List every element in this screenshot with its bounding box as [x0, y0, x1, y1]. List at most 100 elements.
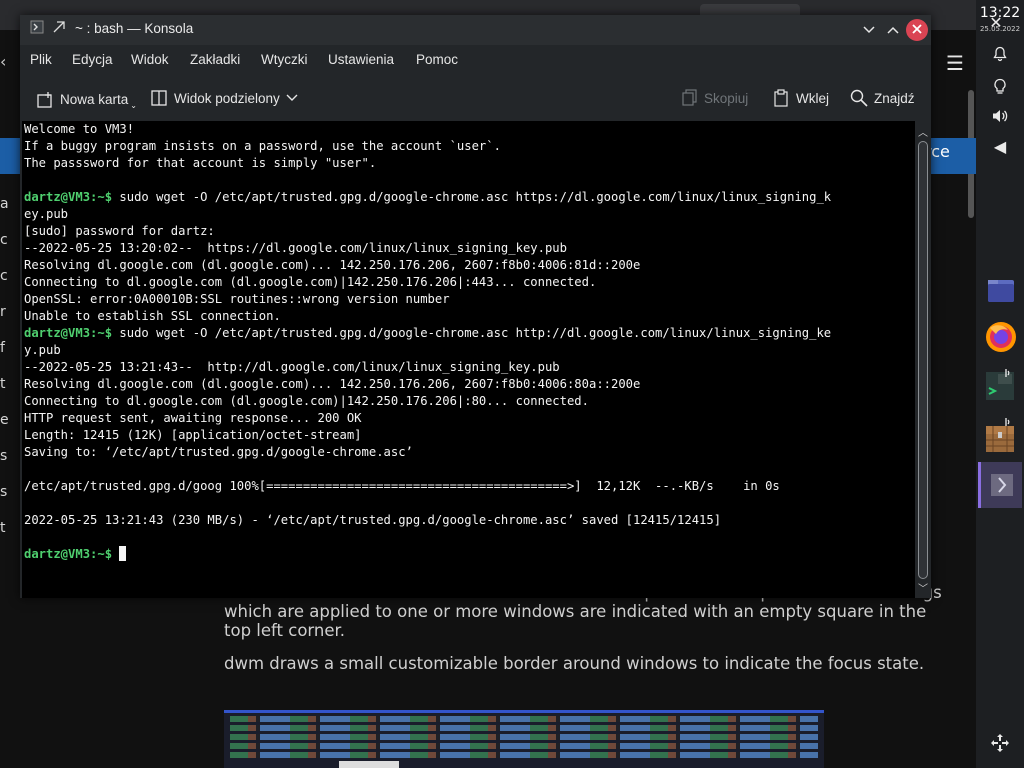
terminal-line: Length: 12415 (12K) [application/octet-s…: [24, 427, 831, 444]
move-icon[interactable]: [976, 732, 1024, 758]
paste-button[interactable]: Wklej: [774, 89, 829, 107]
minimize-button[interactable]: [858, 19, 880, 41]
terminal-line: Welcome to VM3!: [24, 121, 831, 138]
copy-button[interactable]: Skopiuj: [682, 89, 748, 107]
chevron-down-icon: [286, 94, 298, 101]
arrow-right-icon: [991, 474, 1013, 496]
terminal-line: If a buggy program insists on a password…: [24, 138, 831, 155]
title-bar[interactable]: ~ : bash — Konsola: [20, 15, 931, 45]
copy-label: Skopiuj: [704, 90, 749, 106]
shell-prompt: dartz@VM3:~$: [24, 190, 113, 204]
close-button[interactable]: [906, 19, 928, 41]
split-view-icon: [151, 90, 167, 106]
terminal-scrollbar[interactable]: ︿ ﹀: [915, 121, 931, 598]
left-letter: s: [0, 484, 8, 500]
scroll-up-arrow-icon[interactable]: ︿: [915, 124, 931, 139]
split-view-button[interactable]: Widok podzielony: [150, 89, 298, 107]
menu-bar: Plik Edycja Widok Zakładki Wtyczki Ustaw…: [20, 45, 931, 77]
terminal-text: /etc/apt/trusted.gpg.d/goog 100%[=======…: [24, 479, 780, 493]
terminal-line: Connecting to dl.google.com (dl.google.c…: [24, 274, 831, 291]
menu-widok[interactable]: Widok: [131, 52, 169, 67]
article-paragraph: dwm draws a small customizable border ar…: [224, 654, 925, 673]
scrollbar-thumb[interactable]: [918, 141, 928, 579]
panel-close-icon[interactable]: ✕: [972, 13, 1020, 32]
terminal-line: --2022-05-25 13:21:43-- http://dl.google…: [24, 359, 831, 376]
scroll-down-arrow-icon[interactable]: ﹀: [915, 580, 931, 595]
terminal-line: /etc/apt/trusted.gpg.d/goog 100%[=======…: [24, 478, 831, 495]
terminal-text: --2022-05-25 13:21:43-- http://dl.google…: [24, 360, 560, 374]
terminal-line: 2022-05-25 13:21:43 (230 MB/s) - ‘/etc/a…: [24, 512, 831, 529]
terminal-line: HTTP request sent, awaiting response... …: [24, 410, 831, 427]
terminal-line: [sudo] password for dartz:: [24, 223, 831, 240]
terminal-line: Unable to establish SSL connection.: [24, 308, 831, 325]
new-tab-label: Nowa karta: [60, 92, 129, 107]
new-tab-button[interactable]: Nowa karta ⌄: [36, 89, 137, 110]
task-active-window[interactable]: [978, 462, 1022, 508]
article-text: of the focused window are indicated with…: [224, 583, 954, 687]
task-files[interactable]: [978, 268, 1022, 312]
terminal-text: Connecting to dl.google.com (dl.google.c…: [24, 275, 597, 289]
menu-pomoc[interactable]: Pomoc: [416, 52, 458, 67]
bell-icon[interactable]: [976, 46, 1024, 66]
close-icon: [912, 24, 922, 34]
find-label: Znajdź: [874, 90, 915, 106]
split-view-label: Widok podzielony: [174, 90, 280, 106]
terminal-text: sudo wget -O /etc/apt/trusted.gpg.d/goog…: [112, 326, 832, 340]
terminal-text: Resolving dl.google.com (dl.google.com).…: [24, 258, 641, 272]
paste-icon: [774, 89, 788, 107]
system-panel: 13:22 25.05.2022 ✕ ◀: [976, 0, 1024, 768]
speaker-icon[interactable]: [976, 108, 1024, 128]
lightbulb-icon[interactable]: [976, 78, 1024, 100]
chevron-down-icon: ⌄: [130, 101, 137, 110]
task-firefox[interactable]: [978, 314, 1022, 358]
left-letter: c: [0, 268, 8, 284]
terminal-text: OpenSSL: error:0A00010B:SSL routines::wr…: [24, 292, 450, 306]
terminal-text: Connecting to dl.google.com (dl.google.c…: [24, 394, 589, 408]
terminal-output: Welcome to VM3! If a buggy program insist…: [24, 121, 831, 563]
terminal-area[interactable]: Welcome to VM3! If a buggy program insist…: [22, 121, 915, 598]
shell-prompt: dartz@VM3:~$: [24, 326, 113, 340]
menu-wtyczki[interactable]: Wtyczki: [261, 52, 308, 67]
toolbar: Nowa karta ⌄ Widok podzielony Skopiuj Wk…: [20, 79, 931, 119]
paste-label: Wklej: [796, 90, 829, 106]
hamburger-menu-icon[interactable]: ☰: [940, 48, 970, 78]
window-title: ~ : bash — Konsola: [75, 21, 194, 36]
menu-plik[interactable]: Plik: [30, 52, 52, 67]
terminal-text: [sudo] password for dartz:: [24, 224, 215, 238]
konsole-window[interactable]: ~ : bash — Konsola Plik Edycja Widok Zak…: [20, 15, 931, 598]
arrow-left-icon[interactable]: ◀: [976, 137, 1024, 156]
terminal-text: 2022-05-25 13:21:43 (230 MB/s) - ‘/etc/a…: [24, 513, 722, 527]
terminal-text: Welcome to VM3!: [24, 122, 135, 136]
terminal-line: y.pub: [24, 342, 831, 359]
terminal-line: The passsword for that account is simply…: [24, 155, 831, 172]
terminal-line: Saving to: ‘/etc/apt/trusted.gpg.d/googl…: [24, 444, 831, 461]
terminal-text: Length: 12415 (12K) [application/octet-s…: [24, 428, 362, 442]
menu-ustawienia[interactable]: Ustawienia: [328, 52, 394, 67]
firefox-icon: [986, 322, 1016, 352]
terminal-line: OpenSSL: error:0A00010B:SSL routines::wr…: [24, 291, 831, 308]
terminal-text: sudo wget -O /etc/apt/trusted.gpg.d/goog…: [112, 190, 832, 204]
terminal-line: Resolving dl.google.com (dl.google.com).…: [24, 376, 831, 393]
terminal-line: Resolving dl.google.com (dl.google.com).…: [24, 257, 831, 274]
maximize-button[interactable]: [882, 19, 904, 41]
task-chest[interactable]: [978, 414, 1022, 458]
terminal-text: --2022-05-25 13:20:02-- https://dl.googl…: [24, 241, 567, 255]
copy-icon: [682, 89, 697, 106]
left-letter: t: [0, 376, 6, 392]
terminal-line: --2022-05-25 13:20:02-- https://dl.googl…: [24, 240, 831, 257]
left-letter: t: [0, 520, 6, 536]
left-letter: r: [0, 304, 6, 320]
menu-edycja[interactable]: Edycja: [72, 52, 113, 67]
back-arrow-icon[interactable]: ‹: [0, 52, 16, 82]
find-button[interactable]: Znajdź: [850, 89, 915, 107]
text-cursor: [119, 546, 127, 561]
terminal-line: ey.pub: [24, 206, 831, 223]
terminal-prompt-line: dartz@VM3:~$ sudo wget -O /etc/apt/trust…: [24, 189, 831, 206]
dwm-screenshot-image: [224, 710, 824, 768]
left-letter: e: [0, 412, 9, 428]
menu-zakladki[interactable]: Zakładki: [190, 52, 240, 67]
task-konsole[interactable]: [978, 364, 1022, 408]
